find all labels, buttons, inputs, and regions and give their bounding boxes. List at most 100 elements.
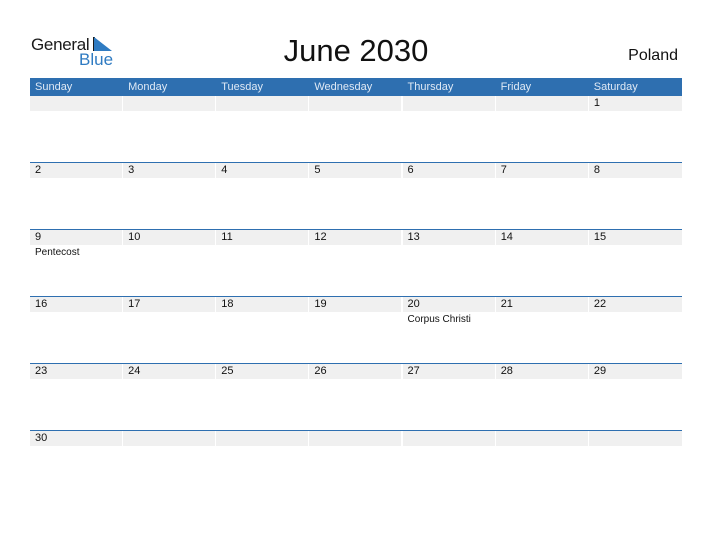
day-number: 21 xyxy=(500,298,513,310)
day-number: 14 xyxy=(500,231,513,243)
day-cell: 15 xyxy=(588,230,682,297)
day-cell: 11 xyxy=(216,230,309,297)
day-cell: 8 xyxy=(588,163,682,230)
week-row: 1 xyxy=(30,96,682,163)
day-number-bar xyxy=(309,431,402,446)
day-number: 17 xyxy=(128,298,141,310)
day-number-bar xyxy=(495,431,588,446)
day-number-bar xyxy=(495,163,588,178)
day-cell: 2 xyxy=(30,163,123,230)
weekday-monday: Monday xyxy=(128,81,168,93)
day-number: 15 xyxy=(593,231,607,243)
week-row: 23 24 25 26 27 28 29 xyxy=(30,363,682,431)
week-row: 16 17 18 19 20 Corpus Christi 21 22 xyxy=(30,296,682,364)
day-number-bar xyxy=(588,163,682,178)
day-number: 24 xyxy=(128,365,141,377)
day-cell xyxy=(495,96,589,163)
day-number: 6 xyxy=(407,164,414,176)
day-cell: 24 xyxy=(123,364,216,431)
day-cell xyxy=(123,431,216,498)
day-cell: 14 xyxy=(495,230,589,297)
day-cell xyxy=(402,96,496,163)
day-cell: 13 xyxy=(402,230,496,297)
day-number: 1 xyxy=(593,97,600,109)
day-cell: 22 xyxy=(588,297,682,364)
weekday-friday: Friday xyxy=(500,81,532,93)
day-number: 10 xyxy=(128,231,141,243)
day-number: 26 xyxy=(314,365,327,377)
week-row: 9 Pentecost 10 11 12 13 14 15 xyxy=(30,229,682,297)
day-number: 9 xyxy=(35,231,42,243)
day-cell xyxy=(309,96,402,163)
day-cell: 30 xyxy=(30,431,123,498)
day-number: 8 xyxy=(593,164,600,176)
day-cell: 26 xyxy=(309,364,402,431)
day-cell: 5 xyxy=(309,163,402,230)
day-cell: 25 xyxy=(216,364,309,431)
day-number-bar xyxy=(30,96,122,111)
day-cell xyxy=(216,96,309,163)
day-cell: 3 xyxy=(123,163,216,230)
day-number: 13 xyxy=(407,231,420,243)
day-cell: 1 xyxy=(588,96,682,163)
day-number-bar xyxy=(123,163,216,178)
day-number: 29 xyxy=(593,365,607,377)
day-cell xyxy=(402,431,496,498)
day-cell: 12 xyxy=(309,230,402,297)
day-cell: 17 xyxy=(123,297,216,364)
day-number: 7 xyxy=(500,164,507,176)
day-cell: 6 xyxy=(402,163,496,230)
day-number-bar xyxy=(216,96,309,111)
day-number: 12 xyxy=(314,231,327,243)
day-cell: 10 xyxy=(123,230,216,297)
day-cell: 16 xyxy=(30,297,123,364)
day-cell: 29 xyxy=(588,364,682,431)
weekday-sunday: Sunday xyxy=(35,81,73,93)
day-number: 20 xyxy=(407,298,420,310)
day-cell: 20 Corpus Christi xyxy=(402,297,496,364)
day-number: 11 xyxy=(221,231,233,243)
day-number: 30 xyxy=(35,432,48,444)
day-number: 22 xyxy=(593,298,607,310)
day-cell xyxy=(30,96,123,163)
day-number: 25 xyxy=(221,365,234,377)
weekday-header: Sunday Monday Tuesday Wednesday Thursday… xyxy=(30,78,682,96)
day-cell xyxy=(216,431,309,498)
day-number-bar xyxy=(30,163,122,178)
day-cell: 27 xyxy=(402,364,496,431)
day-number-bar xyxy=(495,96,588,111)
day-number: 5 xyxy=(314,164,321,176)
day-number-bar xyxy=(402,96,495,111)
day-cell: 4 xyxy=(216,163,309,230)
day-number: 23 xyxy=(35,365,48,377)
weekday-wednesday: Wednesday xyxy=(314,81,373,93)
day-number-bar xyxy=(309,163,402,178)
day-number: 28 xyxy=(500,365,513,377)
day-cell: 9 Pentecost xyxy=(30,230,123,297)
day-cell xyxy=(588,431,682,498)
day-number-bar xyxy=(216,431,309,446)
day-cell: 21 xyxy=(495,297,589,364)
day-number-bar xyxy=(588,431,682,446)
day-number-bar xyxy=(30,230,122,245)
day-cell xyxy=(495,431,589,498)
week-row: 30 xyxy=(30,430,682,498)
day-number-bar xyxy=(123,431,216,446)
weekday-tuesday: Tuesday xyxy=(221,81,264,93)
holiday-label: Corpus Christi xyxy=(407,314,471,325)
day-cell: 7 xyxy=(495,163,589,230)
day-number: 16 xyxy=(35,298,48,310)
day-number-bar xyxy=(402,431,495,446)
day-number: 3 xyxy=(128,164,135,176)
day-number-bar xyxy=(123,96,216,111)
week-row: 2 3 4 5 6 7 8 xyxy=(30,162,682,230)
calendar-title: June 2030 xyxy=(283,33,429,68)
day-number-bar xyxy=(402,163,495,178)
day-cell xyxy=(309,431,402,498)
day-number: 19 xyxy=(314,298,327,310)
day-cell: 19 xyxy=(309,297,402,364)
day-number: 4 xyxy=(221,164,228,176)
day-cell xyxy=(123,96,216,163)
day-number: 27 xyxy=(407,365,420,377)
weekday-thursday: Thursday xyxy=(407,81,454,93)
